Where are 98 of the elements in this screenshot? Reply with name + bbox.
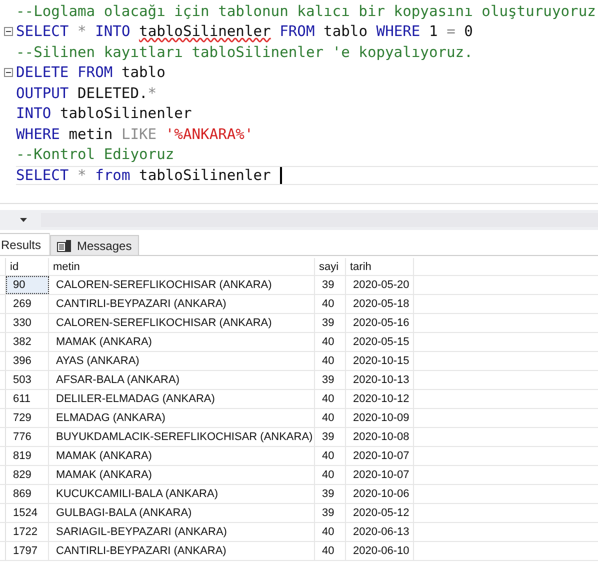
table-cell: SARIAGIL-BEYPAZARI (ANKARA) [49,523,315,541]
table-cell: 1797 [6,542,49,560]
dropdown-caret-icon[interactable] [20,218,27,222]
table-cell: 2020-06-13 [346,523,414,541]
keyword-text: WHERE [376,23,420,40]
table-cell: 40 [315,390,346,408]
table-cell: CANTIRLI-BEYPAZARI (ANKARA) [49,295,315,313]
collapse-icon[interactable] [4,68,12,78]
table-cell: 2020-06-10 [346,542,414,560]
table-cell: ELMADAG (ANKARA) [49,409,315,427]
string-literal: '%ANKARA%' [165,126,254,143]
table-cell: 40 [315,466,346,484]
table-cell: DELILER-ELMADAG (ANKARA) [49,390,315,408]
operator-text: * [78,23,88,40]
table-cell: 269 [6,295,49,313]
table-cell: 1722 [6,523,49,541]
comment-text: --Silinen kayıtları tabloSilinenler 'e kopyalıyoruz. [16,44,473,61]
table-cell: 40 [315,333,346,351]
identifier-text: tabloSilinenler [139,23,271,40]
table-cell: 819 [6,447,49,465]
operator-text: = [446,23,456,40]
table-cell: MAMAK (ANKARA) [49,466,315,484]
code-text: tablo [120,64,166,82]
table-cell: 90 [6,276,49,294]
code-text: 0 [464,23,473,40]
code-text: tablo [322,23,368,40]
table-cell: 2020-10-09 [346,409,414,427]
table-cell: 776 [6,428,49,446]
table-cell: CALOREN-SEREFLIKOCHISAR (ANKARA) [49,276,315,294]
table-cell: 2020-10-15 [346,352,414,370]
keyword-text: WHERE [16,126,60,143]
keyword-text: from [95,166,130,184]
table-cell: 40 [315,542,346,560]
table-cell: 40 [315,523,346,541]
table-cell: 611 [6,390,49,408]
table-cell: KUCUKCAMILI-BALA (ANKARA) [49,485,315,503]
code-text: tabloSilinenler [58,105,192,122]
table-cell: 40 [315,295,346,313]
table-cell: 503 [6,371,49,389]
table-cell: 2020-05-15 [346,333,414,351]
table-cell: 2020-05-18 [346,295,414,313]
keyword-text: OUTPUT [16,84,69,102]
table-cell: 729 [6,409,49,427]
keyword-text: INTO [16,105,52,122]
table-cell: 39 [315,314,346,332]
table-cell: 1524 [6,504,49,522]
table-cell: 396 [6,352,49,370]
column-header[interactable]: metin [49,258,315,275]
table-cell: 330 [6,314,49,332]
table-cell: 2020-05-16 [346,314,414,332]
comment-text: --Loglama olacağı için tablonun kalıcı bir kopyasını oluşturuyoruz [16,2,596,20]
column-header[interactable]: sayi [315,258,346,275]
table-cell: CANTIRLI-BEYPAZARI (ANKARA) [49,542,315,560]
table-cell: 39 [315,504,346,522]
operator-text: * [148,84,157,102]
table-cell: 2020-10-08 [346,428,414,446]
table-cell: 40 [315,409,346,427]
table-cell: 39 [315,485,346,503]
table-cell: 2020-10-07 [346,466,414,484]
table-cell: 2020-05-12 [346,504,414,522]
table-cell: 39 [315,371,346,389]
code-text: 1 [428,23,439,40]
table-cell: 39 [315,428,346,446]
table-cell: 869 [6,485,49,503]
results-tab[interactable]: Results [0,233,50,255]
table-cell: AFSAR-BALA (ANKARA) [49,371,315,389]
table-cell: CALOREN-SEREFLIKOCHISAR (ANKARA) [49,314,315,332]
operator-text: * [78,166,88,184]
table-cell: GULBAGI-BALA (ANKARA) [49,504,315,522]
table-cell: 2020-10-06 [346,485,414,503]
results-tab[interactable]: Messages [50,235,139,255]
column-header[interactable]: id [6,258,49,275]
table-cell: 39 [315,276,346,294]
table-cell: AYAS (ANKARA) [49,352,315,370]
table-cell: 382 [6,333,49,351]
keyword-text: DELETE FROM [16,64,113,82]
code-text: DELETED. [76,84,148,102]
comment-text: --Kontrol Ediyoruz [16,146,174,164]
table-cell: 2020-05-20 [346,276,414,294]
code-text: tabloSilinenler [138,166,272,184]
code-text: metin [68,126,114,143]
table-cell: MAMAK (ANKARA) [49,333,315,351]
messages-icon [57,240,71,252]
column-header[interactable]: tarih [346,258,414,275]
table-cell: 829 [6,466,49,484]
table-cell: 40 [315,447,346,465]
table-cell: 2020-10-13 [346,371,414,389]
table-cell: 40 [315,352,346,370]
keyword-text: SELECT [16,23,70,40]
table-cell: BUYUKDAMLACIK-SEREFLIKOCHISAR (ANKARA) [49,428,315,446]
keyword-text: SELECT [16,166,70,184]
table-cell: 2020-10-07 [346,447,414,465]
table-cell: MAMAK (ANKARA) [49,447,315,465]
keyword-text: INTO [95,23,132,40]
collapse-icon[interactable] [4,27,12,36]
keyword-text: FROM [278,23,315,40]
operator-text: LIKE [121,126,158,143]
table-cell: 2020-10-12 [346,390,414,408]
